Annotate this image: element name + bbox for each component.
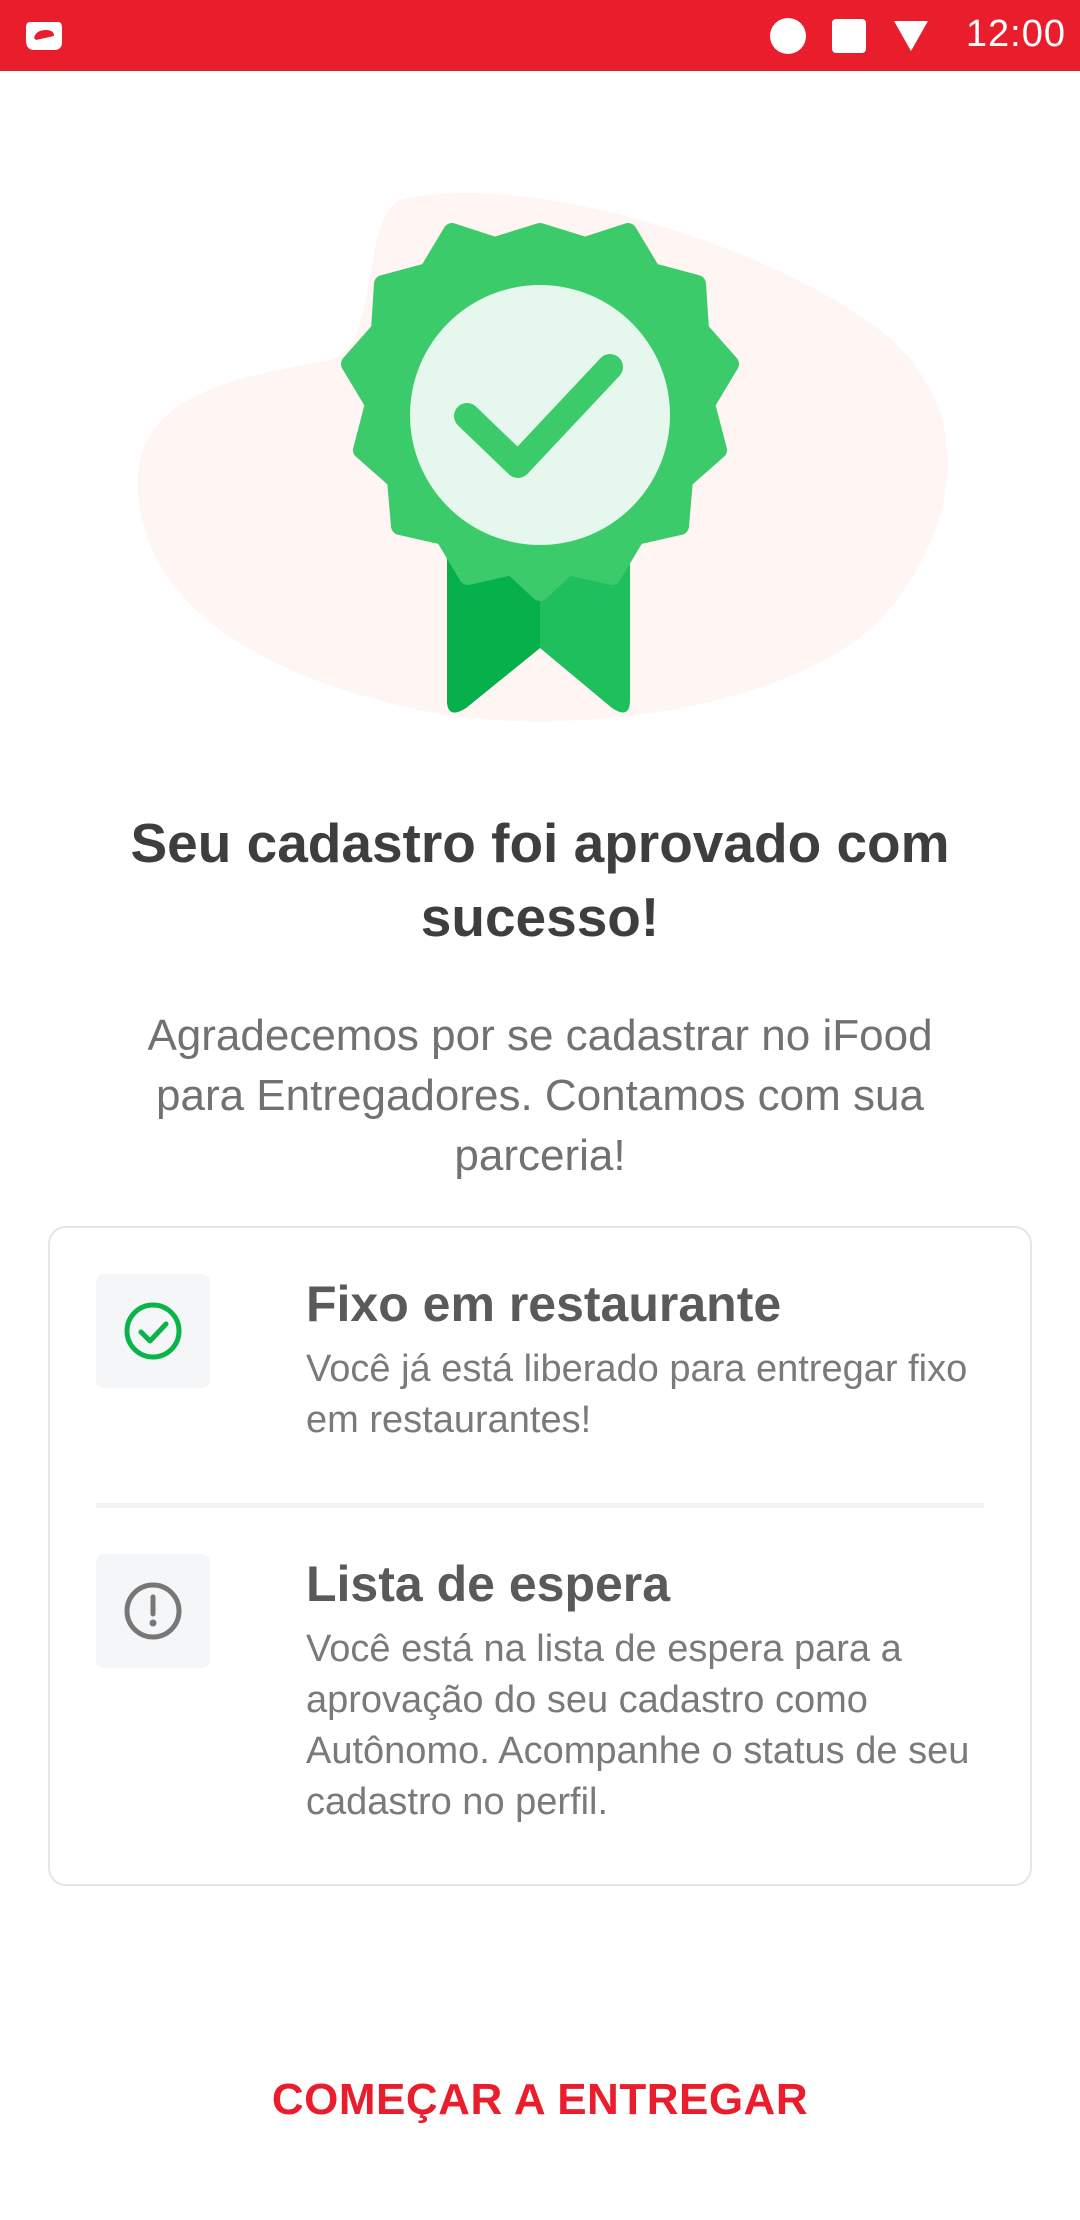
notification-dot-icon <box>770 18 806 54</box>
status-bar: 12:00 <box>0 0 1080 71</box>
status-icons <box>770 17 930 55</box>
alert-circle-icon <box>124 1582 182 1640</box>
item-title: Lista de espera <box>306 1556 671 1612</box>
item-icon-box <box>96 1554 210 1668</box>
start-delivering-button[interactable]: COMEÇAR A ENTREGAR <box>200 2060 880 2140</box>
item-description: Você já está liberado para entregar fixo… <box>306 1348 968 1441</box>
ifood-app-icon <box>26 22 62 50</box>
item-icon-box <box>96 1274 210 1388</box>
clock: 12:00 <box>965 13 1066 55</box>
item-description: Você está na lista de espera para a apro… <box>306 1628 970 1823</box>
page-subtitle: Agradecemos por se cadastrar no iFood pa… <box>147 1011 933 1180</box>
hero-illustration <box>0 180 1080 740</box>
page-title: Seu cadastro foi aprovado com sucesso! <box>130 812 950 948</box>
sim-icon <box>832 19 866 53</box>
status-card: Fixo em restaurante Você já está liberad… <box>48 1226 1032 1886</box>
divider <box>96 1503 984 1508</box>
item-title: Fixo em restaurante <box>306 1276 782 1332</box>
approved-badge-icon <box>137 192 948 722</box>
signal-icon <box>894 21 928 51</box>
check-circle-icon <box>124 1302 182 1360</box>
